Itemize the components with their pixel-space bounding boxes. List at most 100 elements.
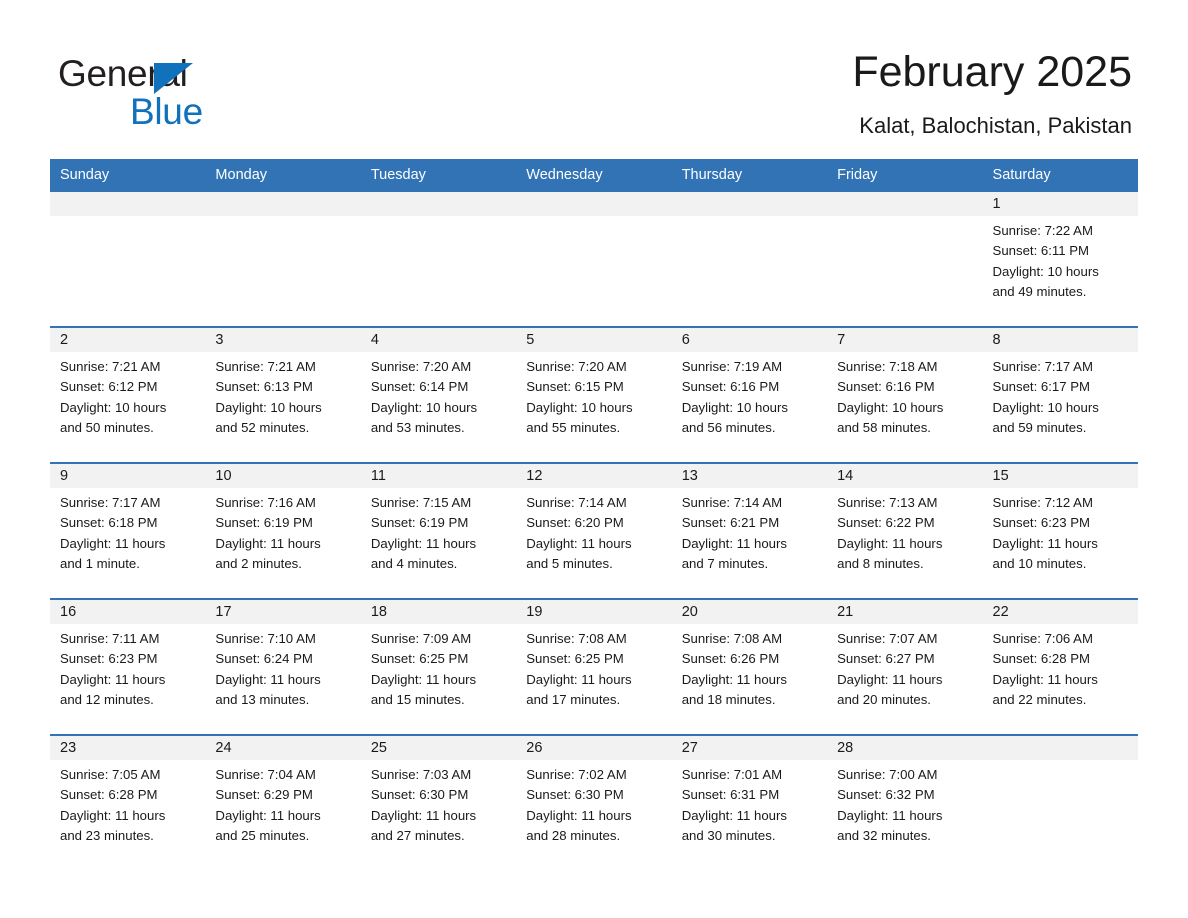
day-number[interactable]: 20 — [671, 598, 828, 624]
empty-day-number — [360, 192, 517, 216]
day-cell: Sunrise: 7:20 AM Sunset: 6:14 PM Daylight:… — [360, 352, 517, 463]
day-number[interactable]: 18 — [360, 598, 517, 624]
day-sunrise-text: Sunrise: 7:19 AM — [681, 359, 783, 374]
day-number[interactable]: 15 — [982, 462, 1138, 488]
day-cell: Sunrise: 7:15 AM Sunset: 6:19 PM Daylight:… — [360, 488, 517, 599]
calendar-week-numbers-row: 2345678 — [50, 326, 1138, 352]
empty-day-cell — [671, 216, 828, 327]
day-sunset-text: Sunset: 6:16 PM — [837, 379, 935, 395]
day-daylight-text: Daylight: 10 hours — [681, 399, 788, 415]
day-number[interactable]: 2 — [50, 326, 206, 352]
calendar-week-numbers-row: 16 17 18 19 20 21 22 — [50, 598, 1138, 624]
day-sunrise-text: Sunrise: 7:04 AM — [215, 767, 316, 782]
day-daylight-text: and 58 minutes. — [837, 419, 931, 435]
day-cell: Sunrise: 7:09 AM Sunset: 6:25 PM Daylight:… — [360, 624, 517, 735]
day-daylight-text: Daylight: 11 hours — [992, 671, 1098, 687]
day-number[interactable]: 16 — [50, 598, 206, 624]
day-number[interactable]: 3 — [205, 326, 361, 352]
day-sunrise-text: Sunrise: 7:13 AM — [837, 495, 938, 510]
day-number[interactable]: 8 — [982, 326, 1138, 352]
day-daylight-text: and 13 minutes. — [215, 691, 310, 707]
calendar-week-info-row: Sunrise: 7:17 AM Sunset: 6:18 PM Daylight:… — [50, 488, 1138, 599]
day-daylight-text: and 32 minutes. — [837, 827, 931, 843]
day-number[interactable]: 23 — [50, 734, 206, 760]
day-daylight-text: Daylight: 11 hours — [681, 671, 787, 687]
day-number[interactable]: 12 — [516, 462, 672, 488]
day-cell: Sunrise: 7:18 AM Sunset: 6:16 PM Daylight:… — [827, 352, 983, 463]
day-number[interactable]: 19 — [516, 598, 672, 624]
day-sunset-text: Sunset: 6:27 PM — [837, 651, 935, 667]
day-daylight-text: and 10 minutes. — [992, 555, 1087, 571]
day-number[interactable]: 11 — [360, 462, 517, 488]
day-number[interactable]: 10 — [205, 462, 361, 488]
calendar-container: Sunday Monday Tuesday Wednesday Thursday Frid… — [50, 159, 1138, 861]
empty-day-number — [982, 734, 1138, 760]
day-cell: Sunrise: 7:17 AM Sunset: 6:18 PM Daylight:… — [50, 488, 206, 599]
day-daylight-text: and 17 minutes. — [526, 691, 621, 707]
empty-day-cell — [516, 216, 672, 327]
day-number[interactable]: 27 — [671, 734, 828, 760]
day-cell: Sunrise: 7:20 AM Sunset: 6:15 PM Daylight:… — [516, 352, 672, 463]
day-cell: Sunrise: 7:11 AM Sunset: 6:23 PM Daylight:… — [50, 624, 206, 735]
day-number[interactable]: 26 — [516, 734, 672, 760]
day-sunset-text: Sunset: 6:32 PM — [837, 787, 935, 803]
day-sunset-text: Sunset: 6:16 PM — [681, 379, 780, 395]
day-sunset-text: Sunset: 6:23 PM — [992, 515, 1091, 531]
day-cell: Sunrise: 7:12 AM Sunset: 6:23 PM Daylight:… — [982, 488, 1138, 599]
day-sunset-text: Sunset: 6:22 PM — [837, 515, 935, 531]
empty-day-cell — [360, 216, 517, 327]
day-number[interactable]: 1 — [982, 192, 1138, 216]
calendar-week-numbers-row: 23 24 25 26 27 28 — [50, 734, 1138, 760]
day-sunset-text: Sunset: 6:29 PM — [215, 787, 313, 803]
day-daylight-text: Daylight: 10 hours — [60, 399, 167, 415]
calendar-table: Sunday Monday Tuesday Wednesday Thursday Frid… — [50, 159, 1138, 861]
day-daylight-text: and 50 minutes. — [60, 419, 154, 435]
day-daylight-text: Daylight: 11 hours — [837, 535, 943, 551]
day-sunrise-text: Sunrise: 7:11 AM — [60, 631, 160, 646]
day-number[interactable]: 17 — [205, 598, 361, 624]
day-number[interactable]: 9 — [50, 462, 206, 488]
day-number[interactable]: 22 — [982, 598, 1138, 624]
day-cell: Sunrise: 7:14 AM Sunset: 6:21 PM Daylight:… — [671, 488, 828, 599]
day-number[interactable]: 4 — [360, 326, 517, 352]
day-daylight-text: and 12 minutes. — [60, 691, 154, 707]
day-daylight-text: and 23 minutes. — [60, 827, 154, 843]
day-daylight-text: Daylight: 11 hours — [370, 807, 477, 823]
day-cell: Sunrise: 7:21 AM Sunset: 6:12 PM Daylight:… — [50, 352, 206, 463]
day-sunset-text: Sunset: 6:17 PM — [992, 379, 1091, 395]
day-number[interactable]: 14 — [827, 462, 983, 488]
day-number[interactable]: 21 — [827, 598, 983, 624]
day-number[interactable]: 5 — [516, 326, 672, 352]
day-daylight-text: and 28 minutes. — [526, 827, 621, 843]
day-number[interactable]: 6 — [671, 326, 828, 352]
day-sunrise-text: Sunrise: 7:03 AM — [370, 767, 472, 782]
weekday-header-tuesday: Tuesday — [360, 159, 517, 192]
empty-day-number — [205, 192, 361, 216]
day-sunrise-text: Sunrise: 7:22 AM — [992, 223, 1093, 238]
day-daylight-text: Daylight: 11 hours — [526, 671, 632, 687]
day-sunset-text: Sunset: 6:31 PM — [681, 787, 780, 803]
day-sunset-text: Sunset: 6:28 PM — [992, 651, 1091, 667]
day-daylight-text: Daylight: 11 hours — [215, 807, 321, 823]
calendar-page: General Blue February 2025 Kalat, Baloch… — [0, 0, 1188, 918]
generalblue-logo[interactable]: General Blue — [58, 52, 318, 134]
day-sunrise-text: Sunrise: 7:20 AM — [526, 359, 627, 374]
day-daylight-text: Daylight: 11 hours — [60, 671, 166, 687]
day-daylight-text: and 2 minutes. — [215, 555, 302, 571]
day-number[interactable]: 24 — [205, 734, 361, 760]
day-daylight-text: and 18 minutes. — [681, 691, 776, 707]
day-number[interactable]: 13 — [671, 462, 828, 488]
day-cell: Sunrise: 7:14 AM Sunset: 6:20 PM Daylight:… — [516, 488, 672, 599]
day-sunrise-text: Sunrise: 7:12 AM — [992, 495, 1093, 510]
day-daylight-text: Daylight: 11 hours — [526, 807, 632, 823]
day-cell: Sunrise: 7:01 AM Sunset: 6:31 PM Daylight:… — [671, 760, 828, 861]
day-number[interactable]: 28 — [827, 734, 983, 760]
day-number[interactable]: 25 — [360, 734, 517, 760]
day-sunset-text: Sunset: 6:18 PM — [60, 515, 158, 531]
day-daylight-text: and 25 minutes. — [215, 827, 310, 843]
day-cell: Sunrise: 7:08 AM Sunset: 6:26 PM Daylight:… — [671, 624, 828, 735]
day-number[interactable]: 7 — [827, 326, 983, 352]
day-sunrise-text: Sunrise: 7:17 AM — [992, 359, 1093, 374]
logo-text-blue: Blue — [130, 91, 203, 132]
day-daylight-text: Daylight: 11 hours — [526, 535, 632, 551]
